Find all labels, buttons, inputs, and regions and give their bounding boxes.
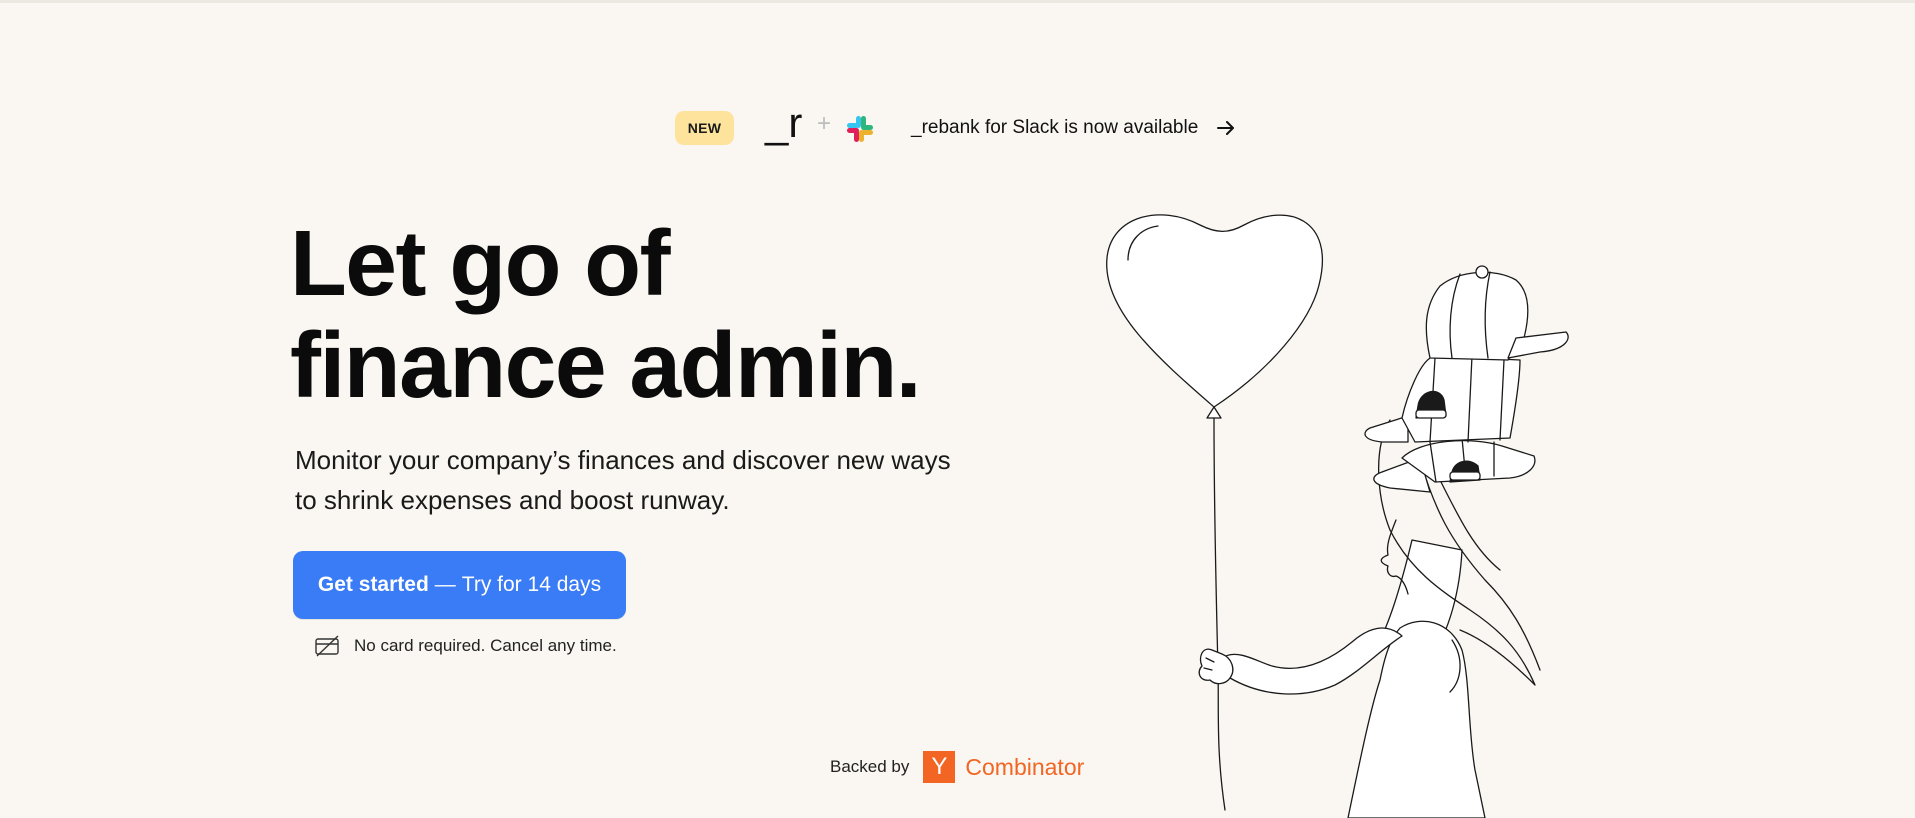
backed-by-label: Backed by bbox=[830, 757, 910, 776]
plus-sign: + bbox=[817, 110, 832, 137]
rebank-logo: _r bbox=[765, 99, 803, 146]
backed-by: Backed by Y Combinator bbox=[830, 751, 1084, 783]
no-card-note: No card required. Cancel any time. bbox=[314, 634, 617, 658]
arrow-right-icon bbox=[1217, 121, 1234, 135]
headline-line-2: finance admin. bbox=[290, 313, 922, 417]
hero-subtitle: Monitor your company’s finances and disc… bbox=[295, 440, 1015, 520]
y-combinator-wordmark: Combinator bbox=[965, 753, 1085, 780]
balloon-illustration bbox=[1106, 214, 1569, 818]
heart-balloon bbox=[1106, 214, 1324, 408]
subtitle-line-2: to shrink expenses and boost runway. bbox=[295, 485, 730, 515]
headline-line-1: Let go of bbox=[290, 211, 671, 315]
no-card-text: No card required. Cancel any time. bbox=[354, 636, 617, 655]
top-divider bbox=[0, 0, 1915, 3]
cta-label-rest: Try for 14 days bbox=[461, 573, 602, 596]
announcement-banner[interactable]: NEW _r + _rebank for Slack is now availa… bbox=[675, 102, 1245, 148]
cta-label-strong: Get started bbox=[317, 573, 429, 596]
cta-separator: — bbox=[434, 573, 456, 596]
new-badge: NEW bbox=[675, 111, 734, 145]
hero-headline: Let go of finance admin. bbox=[290, 211, 922, 417]
slack-icon bbox=[847, 116, 873, 142]
y-combinator-logo: Y bbox=[923, 751, 956, 783]
get-started-button[interactable]: Get started — Try for 14 days bbox=[293, 551, 626, 619]
no-card-icon bbox=[315, 635, 339, 657]
subtitle-line-1: Monitor your company’s finances and disc… bbox=[295, 445, 951, 475]
announcement-text: _rebank for Slack is now available bbox=[911, 117, 1199, 138]
